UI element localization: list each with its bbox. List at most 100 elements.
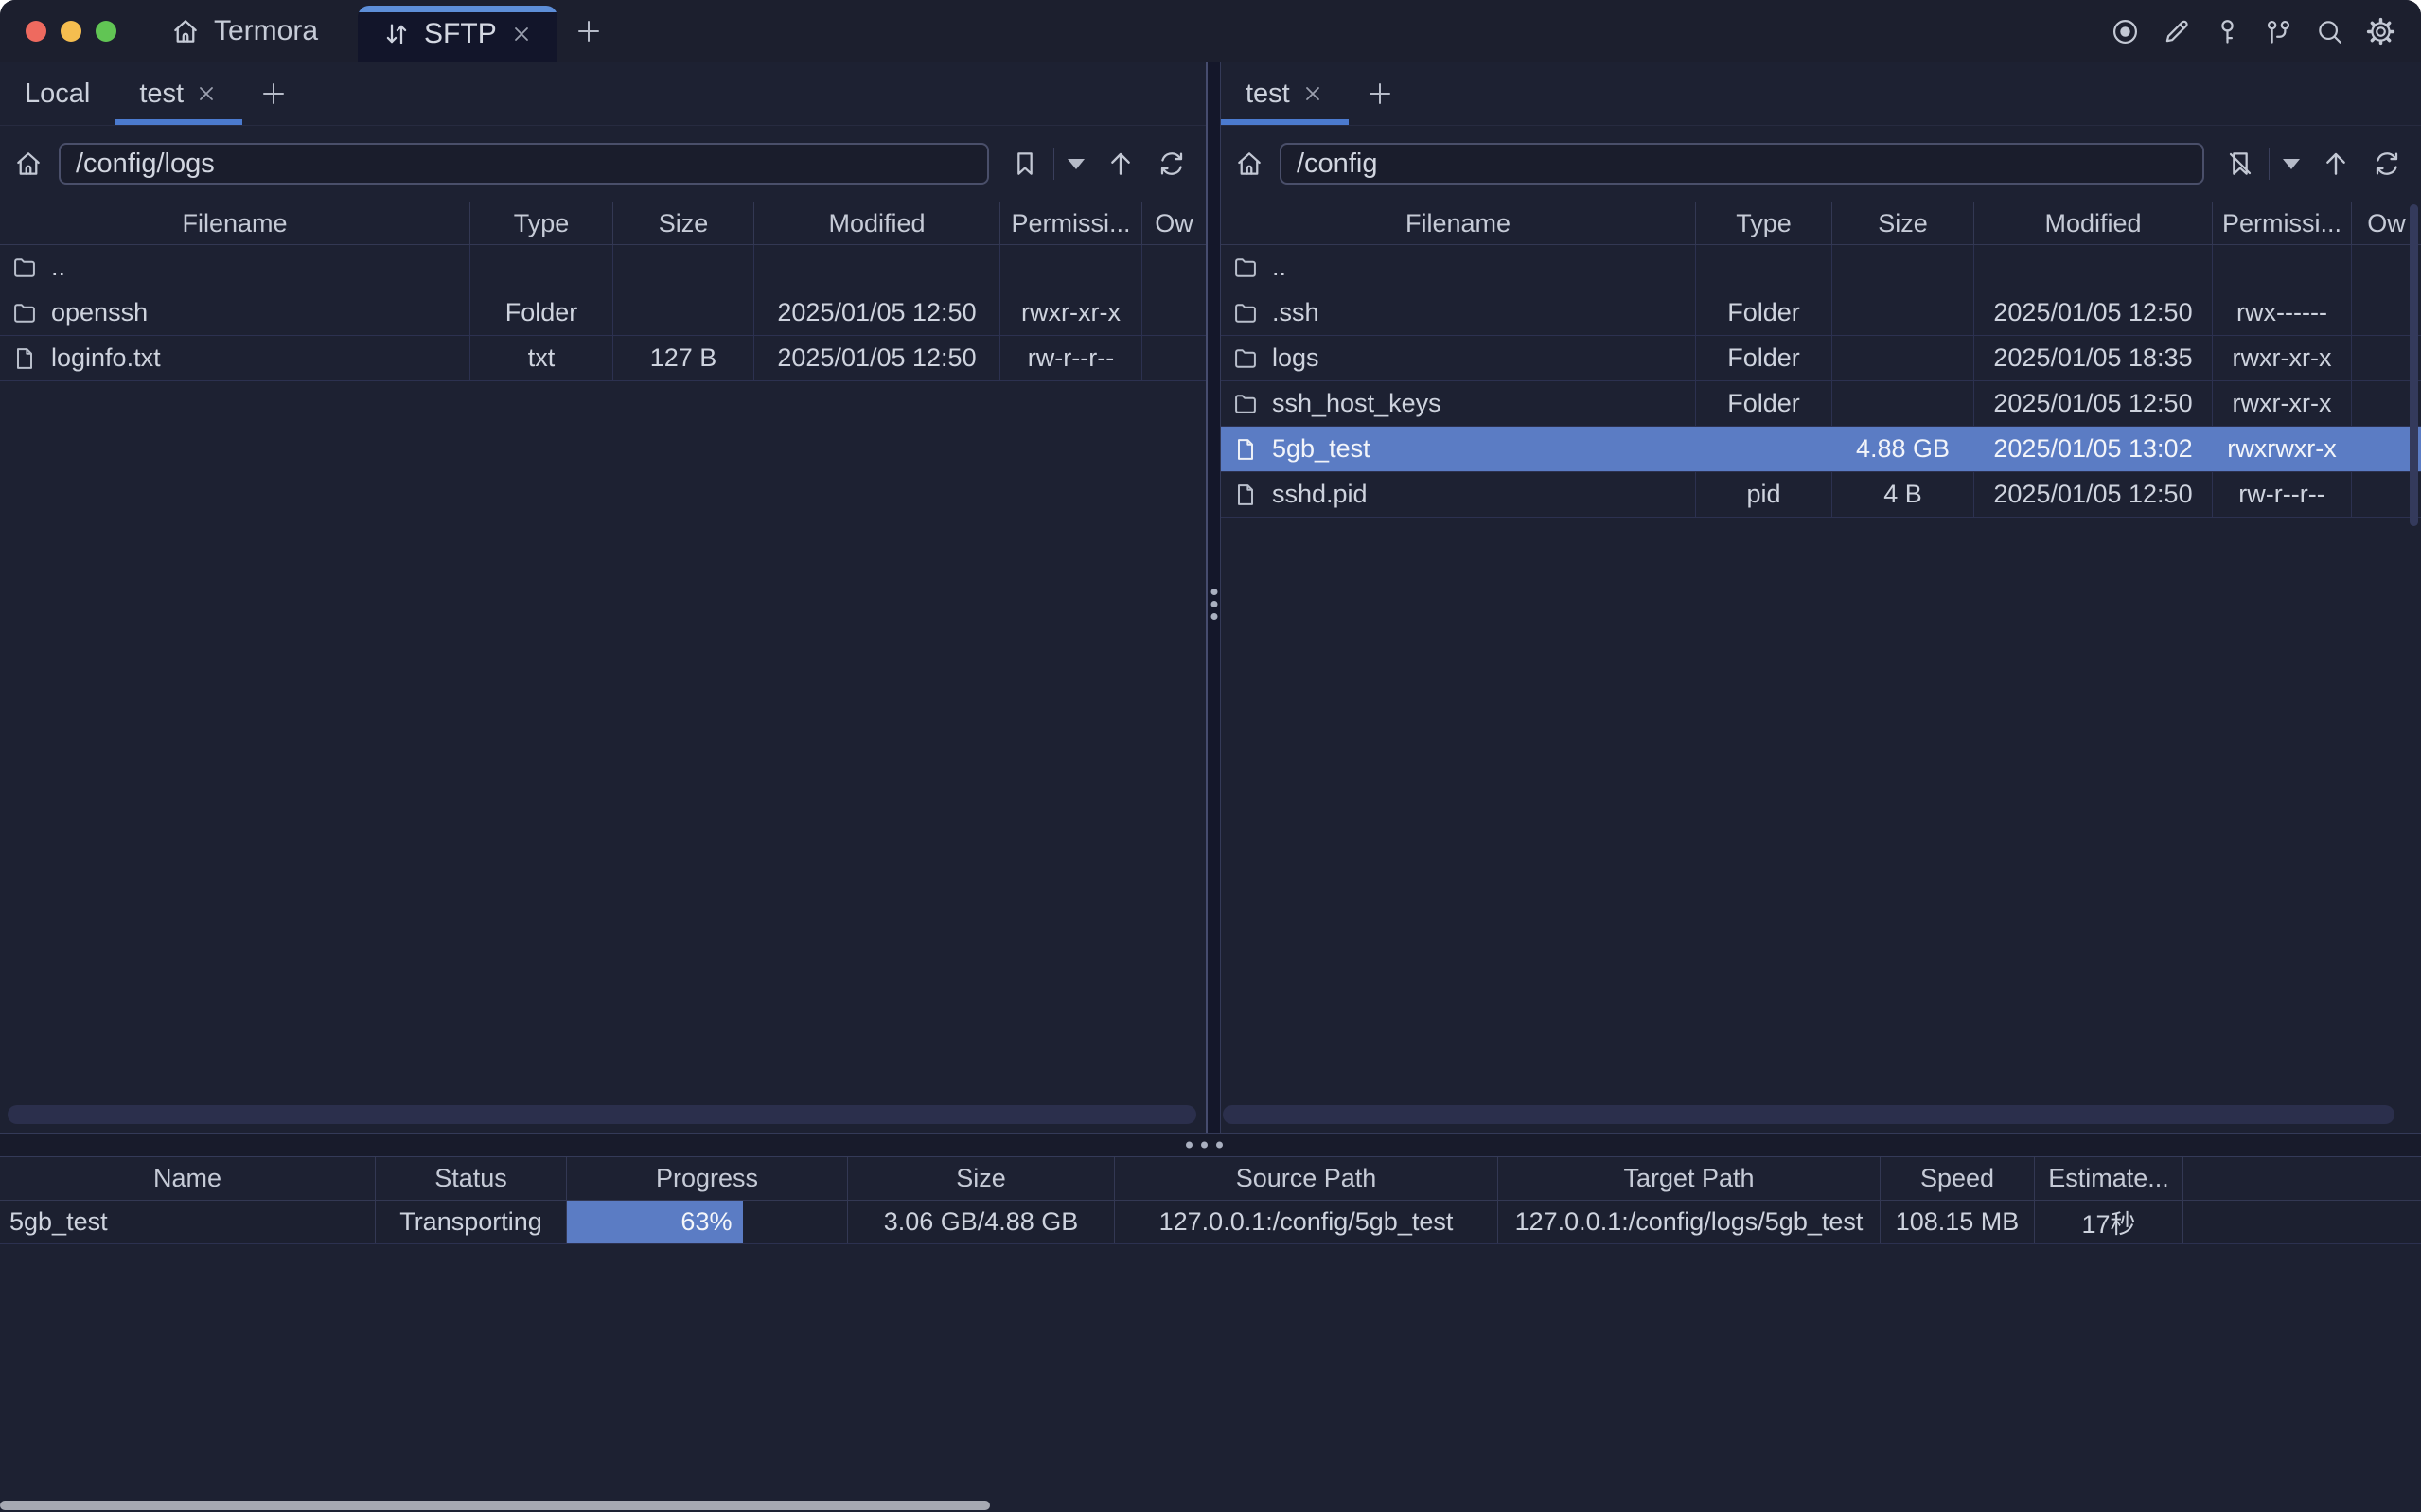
close-window-button[interactable]: [26, 21, 46, 42]
tab-sftp-label: SFTP: [424, 18, 497, 50]
column-header-name[interactable]: Name: [0, 1157, 376, 1200]
table-row[interactable]: logs Folder 2025/01/05 18:35 rwxr-xr-x: [1221, 336, 2421, 381]
left-new-tab-button[interactable]: [242, 62, 305, 125]
column-header-size[interactable]: Size: [613, 202, 754, 244]
close-tab-icon[interactable]: [510, 23, 533, 45]
column-header-permissions[interactable]: Permissi...: [1000, 202, 1142, 244]
parent-directory-button[interactable]: [1100, 149, 1141, 179]
transfer-horizontal-scrollbar[interactable]: [0, 1501, 990, 1510]
bookmark-button[interactable]: [1004, 149, 1046, 179]
file-type: Folder: [1696, 381, 1832, 426]
refresh-button[interactable]: [1151, 149, 1193, 179]
tab-test-left[interactable]: test: [115, 62, 242, 125]
file-icon: [11, 345, 38, 372]
app-home-tab[interactable]: Termora: [170, 15, 318, 47]
column-header-progress[interactable]: Progress: [567, 1157, 848, 1200]
column-header-filename[interactable]: Filename: [1221, 202, 1696, 244]
filename: ..: [1272, 253, 1286, 282]
close-tab-icon[interactable]: [1301, 82, 1324, 105]
table-row[interactable]: sshd.pid pid 4 B 2025/01/05 12:50 rw-r--…: [1221, 472, 2421, 518]
transfer-row[interactable]: 5gb_test Transporting 63% 3.06 GB/4.88 G…: [0, 1201, 2421, 1244]
column-header-permissions[interactable]: Permissi...: [2213, 202, 2352, 244]
file-modified: 2025/01/05 12:50: [754, 336, 1000, 380]
parent-directory-button[interactable]: [2315, 149, 2357, 179]
zoom-window-button[interactable]: [96, 21, 116, 42]
column-header-filename[interactable]: Filename: [0, 202, 470, 244]
table-row-selected[interactable]: 5gb_test 4.88 GB 2025/01/05 13:02 rwxrwx…: [1221, 427, 2421, 472]
right-path-input[interactable]: [1280, 143, 2204, 185]
file-permissions: rwxr-xr-x: [1000, 290, 1142, 335]
file-size: [1832, 336, 1974, 380]
settings-gear-icon[interactable]: [2365, 16, 2396, 47]
file-modified: [1974, 245, 2213, 290]
column-header-speed[interactable]: Speed: [1881, 1157, 2035, 1200]
tab-test-right-label: test: [1246, 79, 1290, 110]
column-header-size[interactable]: Size: [848, 1157, 1115, 1200]
folder-icon: [11, 255, 38, 281]
table-row[interactable]: ..: [1221, 245, 2421, 290]
new-tab-button[interactable]: [574, 17, 603, 45]
file-icon: [1232, 482, 1259, 508]
column-header-estimate[interactable]: Estimate...: [2035, 1157, 2183, 1200]
minimize-window-button[interactable]: [61, 21, 81, 42]
column-header-target-path[interactable]: Target Path: [1498, 1157, 1881, 1200]
file-size: [613, 245, 754, 290]
column-header-owner[interactable]: Ow: [1142, 202, 1206, 244]
caret-down-icon: [1068, 159, 1085, 169]
caret-down-icon: [2283, 159, 2300, 169]
right-new-tab-button[interactable]: [1349, 62, 1411, 125]
bookmark-dropdown-button[interactable]: [1062, 159, 1090, 169]
left-file-pane: Local test: [0, 62, 1206, 1133]
table-row[interactable]: ..: [0, 245, 1206, 290]
filename: ssh_host_keys: [1272, 389, 1441, 418]
keychain-icon[interactable]: [2263, 16, 2294, 47]
search-icon[interactable]: [2314, 16, 2345, 47]
horizontal-scrollbar[interactable]: [8, 1105, 1196, 1124]
file-permissions: rwxr-xr-x: [2213, 336, 2352, 380]
key-icon[interactable]: [2212, 16, 2243, 47]
edit-icon[interactable]: [2161, 16, 2192, 47]
close-tab-icon[interactable]: [195, 82, 218, 105]
file-modified: 2025/01/05 13:02: [1974, 427, 2213, 471]
file-type: [470, 245, 613, 290]
bookmark-remove-button[interactable]: [2219, 149, 2261, 179]
app-window: Termora SFTP Local: [0, 0, 2421, 1512]
home-icon[interactable]: [1234, 149, 1264, 179]
table-row[interactable]: openssh Folder 2025/01/05 12:50 rwxr-xr-…: [0, 290, 1206, 336]
bookmark-dropdown-button[interactable]: [2277, 159, 2306, 169]
transfer-panel-splitter[interactable]: [0, 1133, 2421, 1157]
record-icon[interactable]: [2110, 16, 2141, 47]
column-header-source-path[interactable]: Source Path: [1115, 1157, 1498, 1200]
file-modified: 2025/01/05 12:50: [1974, 381, 2213, 426]
file-type: [1696, 427, 1832, 471]
file-permissions: [1000, 245, 1142, 290]
table-row[interactable]: ssh_host_keys Folder 2025/01/05 12:50 rw…: [1221, 381, 2421, 427]
column-header-modified[interactable]: Modified: [754, 202, 1000, 244]
tab-test-right[interactable]: test: [1221, 62, 1349, 125]
file-size: 127 B: [613, 336, 754, 380]
folder-icon: [1232, 345, 1259, 372]
column-header-type[interactable]: Type: [470, 202, 613, 244]
table-row[interactable]: .ssh Folder 2025/01/05 12:50 rwx------: [1221, 290, 2421, 336]
column-header-type[interactable]: Type: [1696, 202, 1832, 244]
column-header-modified[interactable]: Modified: [1974, 202, 2213, 244]
table-row[interactable]: loginfo.txt txt 127 B 2025/01/05 12:50 r…: [0, 336, 1206, 381]
left-path-input[interactable]: [59, 143, 989, 185]
right-file-pane: test: [1221, 62, 2421, 1133]
file-size: [1832, 245, 1974, 290]
horizontal-scrollbar[interactable]: [1223, 1105, 2394, 1124]
right-pane-tabs: test: [1221, 62, 2421, 126]
left-file-table: Filename Type Size Modified Permissi... …: [0, 202, 1206, 381]
refresh-button[interactable]: [2366, 149, 2408, 179]
titlebar: Termora SFTP: [0, 0, 2421, 62]
app-title: Termora: [214, 15, 318, 47]
pane-splitter[interactable]: [1206, 62, 1221, 1133]
tab-sftp[interactable]: SFTP: [358, 6, 557, 62]
vertical-scrollbar[interactable]: [2410, 204, 2418, 526]
file-modified: 2025/01/05 12:50: [1974, 290, 2213, 335]
file-type: [1696, 245, 1832, 290]
tab-local[interactable]: Local: [0, 62, 115, 125]
column-header-status[interactable]: Status: [376, 1157, 567, 1200]
home-icon[interactable]: [13, 149, 44, 179]
column-header-size[interactable]: Size: [1832, 202, 1974, 244]
